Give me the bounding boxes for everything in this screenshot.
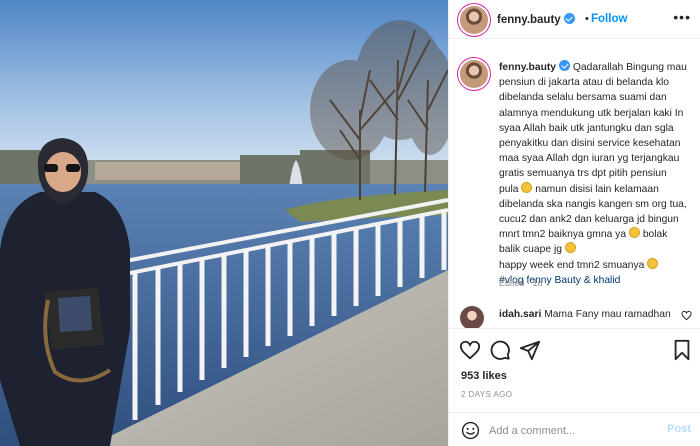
caption-line: balik cuape jg: [499, 244, 562, 256]
post-sidebar: fenny.bauty • Follow ••• fenny.bauty Qad…: [448, 0, 700, 446]
caption-line: dibelanda selalu bersama suami dan: [499, 92, 667, 104]
post-actions: 953 likes 2 DAYS AGO Post: [449, 328, 700, 446]
comment-text: idah.sari Mama Fany mau ramadhan: [499, 307, 679, 322]
caption-text: fenny.bauty Qadarallah Bingung mau pensi…: [499, 60, 694, 288]
post-photo[interactable]: [0, 0, 448, 446]
author-username[interactable]: fenny.bauty: [497, 13, 575, 26]
caption-line: cucu2 dan ank2 dan keluarga jd bingun: [499, 214, 679, 226]
comment-icon[interactable]: [489, 339, 511, 361]
comment-item: idah.sari Mama Fany mau ramadhan: [449, 300, 700, 328]
caption-line: alamnya mendukung utk berjalan kaki In: [499, 107, 684, 119]
commenter-username[interactable]: idah.sari: [499, 309, 541, 320]
follow-button[interactable]: Follow: [591, 13, 627, 25]
emoji-picker-icon[interactable]: [461, 421, 480, 440]
caption-line: gratis semuanya trs dpt pitih pensiun: [499, 168, 667, 180]
caption-line: maa syaa Allah dgn iuran yg terjangkau: [499, 153, 680, 165]
post-caption: fenny.bauty Qadarallah Bingung mau pensi…: [449, 52, 700, 302]
post-header: fenny.bauty • Follow •••: [449, 0, 700, 39]
comment-like-heart-icon[interactable]: [681, 310, 692, 321]
more-options-icon[interactable]: •••: [673, 10, 691, 24]
caption-line: pula: [499, 183, 519, 195]
comment-body: Mama Fany mau ramadhan: [544, 309, 671, 320]
add-comment-bar: Post: [449, 412, 700, 446]
caption-line: bolak: [642, 229, 668, 241]
comment-input[interactable]: [489, 421, 659, 440]
caption-line: Qadarallah Bingung mau: [572, 62, 687, 73]
lake-photo-illustration: [0, 0, 448, 446]
verified-badge-icon: [559, 60, 571, 71]
bookmark-icon[interactable]: [671, 339, 693, 361]
commenter-avatar[interactable]: [460, 306, 484, 328]
caption-line: penyakitku dan disini service kesehatan: [499, 138, 681, 150]
author-avatar[interactable]: [460, 6, 488, 34]
caption-meta: Edited · 1d: [499, 278, 543, 288]
caption-line: mnrt tmn2 baiknya gmna ya: [499, 229, 627, 241]
caption-username[interactable]: fenny.bauty: [499, 60, 571, 73]
post-comment-button[interactable]: Post: [667, 423, 691, 435]
tired-emoji-icon: [564, 242, 576, 254]
heart-icon[interactable]: [459, 339, 481, 361]
caption-line: pensiun di jakarta atau di belanda klo: [499, 77, 670, 89]
caption-author-avatar[interactable]: [460, 60, 488, 88]
kiss-emoji-icon: [647, 257, 659, 269]
caption-line: namun disisi lain kelamaan: [535, 183, 659, 195]
caption-line: syaa Allah baik utk jantungku dan sgla: [499, 122, 674, 134]
caption-line: dibelanda ska nangis kangen sm org tua,: [499, 198, 687, 210]
share-icon[interactable]: [519, 339, 541, 361]
caption-line: happy week end tmn2 smuanya: [499, 259, 645, 271]
post-date[interactable]: 2 DAYS AGO: [461, 390, 512, 399]
separator-dot: •: [585, 13, 589, 25]
likes-count[interactable]: 953 likes: [461, 370, 507, 382]
sad-emoji-icon: [628, 227, 640, 239]
verified-badge-icon: [563, 13, 575, 24]
grinning-emoji-icon: [521, 181, 533, 193]
